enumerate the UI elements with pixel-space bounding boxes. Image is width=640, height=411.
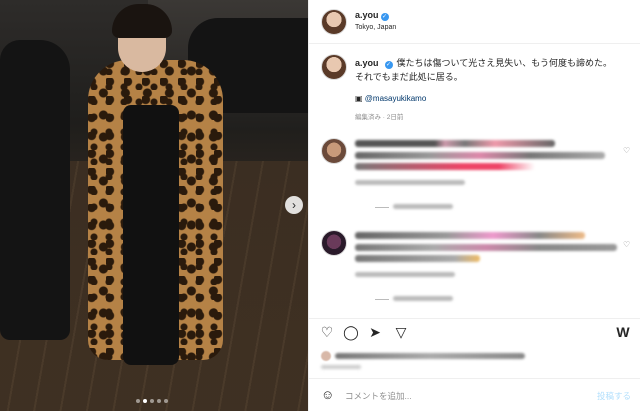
carousel-dot [150,399,154,403]
bookmark-icon[interactable]: ▽ [393,324,409,340]
commenter-avatar[interactable] [321,230,347,256]
photo-black-outfit [123,105,179,365]
mention-link[interactable]: @masayukikamo [365,94,426,103]
view-replies-toggle[interactable] [375,296,453,303]
photo-left-figure [0,40,70,340]
post-location[interactable]: Tokyo, Japan [355,24,396,31]
heart-icon[interactable]: ♡ [623,240,630,249]
blurred-comment-line [355,140,555,147]
blurred-comment-meta [355,272,455,277]
comment-input[interactable] [345,387,575,404]
post-header: a.you ✓ Tokyo, Japan [309,0,640,44]
post-photo[interactable]: › [0,0,308,411]
blurred-comment-line [355,244,617,251]
caption-username[interactable]: a.you [355,58,379,68]
camera-icon: ▣ [355,94,363,103]
carousel-dot [136,399,140,403]
verified-badge-icon: ✓ [380,13,389,21]
caption-avatar[interactable] [321,54,347,80]
blurred-comment-line [355,163,535,170]
verified-badge-icon: ✓ [384,61,393,69]
blurred-comment-meta [355,180,465,185]
blurred-comment-line [355,255,480,262]
carousel-dot [157,399,161,403]
blurred-likes-text [335,353,525,359]
comment-icon[interactable]: ◯ [343,324,359,340]
author-avatar[interactable] [321,9,347,35]
blurred-comment-line [355,152,605,159]
caption-text: a.you ✓ 僕たちは傷ついて光さえ見失い、もう何度も諦めた。 それでもまだ此処に… [355,56,635,84]
caption-meta: 編集済み · 2日前 [355,114,404,121]
post-date [321,365,361,371]
smiley-icon[interactable]: ☺ [321,387,334,403]
commenter-avatar[interactable] [321,138,347,164]
author-username-row[interactable]: a.you ✓ [355,10,389,21]
add-comment-bar: ☺ 投稿する [309,378,640,411]
next-photo-button[interactable]: › [285,196,303,214]
carousel-dots [136,399,168,403]
send-icon[interactable]: ➤ [367,324,383,340]
photographer-mention[interactable]: ▣ @masayukikamo [355,94,426,103]
carousel-dot [164,399,168,403]
blurred-comment-line [355,232,585,239]
carousel-dot-active [143,399,147,403]
post-sidebar: a.you ✓ Tokyo, Japan a.you ✓ 僕たちは傷ついて光さえ見失い… [308,0,640,411]
bookmark-icon[interactable]: W [615,324,631,340]
action-bar: ♡ ◯ ➤ ▽ W [309,318,640,344]
caption-line-2: それでもまだ此処に居る。 [355,72,463,82]
caption-line-1: 僕たちは傷ついて光さえ見失い、もう何度も諦めた。 [396,58,612,68]
view-replies-toggle[interactable] [375,204,453,211]
liker-avatar [321,351,331,361]
author-username[interactable]: a.you [355,10,379,20]
heart-icon[interactable]: ♡ [319,324,335,340]
likes-summary[interactable] [321,351,631,361]
post-comment-button[interactable]: 投稿する [597,390,631,402]
heart-icon[interactable]: ♡ [623,146,630,155]
